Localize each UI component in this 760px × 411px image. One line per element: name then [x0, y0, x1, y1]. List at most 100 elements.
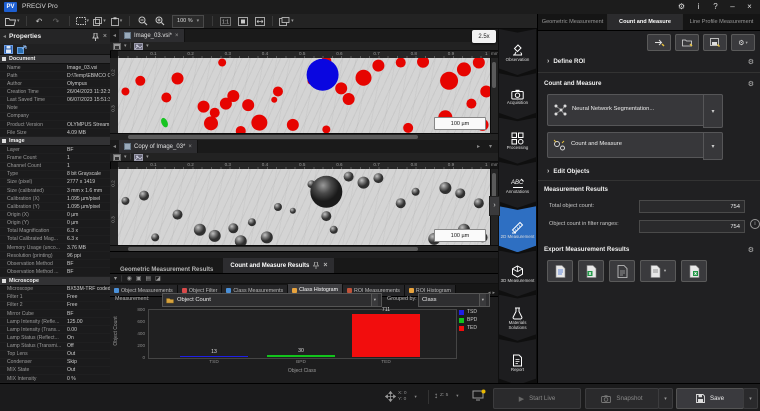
save-properties-icon[interactable] [4, 45, 13, 54]
actual-size-button[interactable]: 1:1 [218, 15, 233, 27]
viewer2-image[interactable]: 100 µm [118, 169, 490, 245]
nav-2d-measurement[interactable]: 2D Measurement [499, 206, 536, 252]
close-icon[interactable]: × [743, 1, 756, 13]
snapshot-dropdown-icon[interactable]: ▾ [658, 388, 673, 409]
panel-expander-icon[interactable]: › [489, 196, 500, 216]
viewer2-tab[interactable]: Copy of Image_03* × [119, 140, 198, 153]
count-measure-gear-icon[interactable]: ⚙ [748, 80, 754, 88]
snapshot-button[interactable]: Snapshot [585, 388, 659, 409]
tab-geometric-results[interactable]: Geometric Measurement Results [110, 267, 223, 273]
expand-define-roi-icon[interactable]: › [547, 58, 549, 65]
properties-section-document[interactable]: Document [0, 55, 110, 64]
edit-objects-section[interactable]: › Edit Objects [547, 168, 589, 175]
nav-acquisition[interactable]: Acquisition [499, 73, 536, 119]
select-tool-button[interactable]: ▾ [75, 15, 91, 27]
redo-button[interactable]: ↷ [49, 15, 64, 27]
measurement-dropdown-arrow[interactable]: ▾ [371, 294, 378, 306]
define-roi-section[interactable]: › Define ROI [547, 58, 585, 65]
export-report-dropdown-icon[interactable]: ▾ [664, 268, 666, 274]
tab2-menu-icon[interactable]: ▾ [486, 143, 495, 150]
save-dropdown-icon[interactable]: ▾ [124, 43, 127, 49]
export-word-button[interactable] [547, 260, 573, 282]
neural-network-segmentation-button[interactable]: Neural Network Segmentation... ▾ [547, 94, 705, 126]
select-objects-icon[interactable]: ◉ [127, 275, 132, 282]
grouped-by-dropdown[interactable]: Class ▾ [418, 293, 490, 307]
collapse-left-icon[interactable]: ◂ [3, 33, 6, 40]
display-output-icon[interactable] [472, 389, 486, 407]
cm-dropdown-icon[interactable]: ▾ [703, 132, 723, 160]
export-excel-button[interactable] [578, 260, 604, 282]
zoom-level-select[interactable]: 100 %▾ [172, 15, 204, 28]
paste-button[interactable]: ▾ [109, 15, 124, 27]
pin-icon[interactable] [92, 33, 99, 41]
measurement-dropdown[interactable]: Object Count ▾ [162, 293, 382, 307]
save-dropdown-icon[interactable]: ▾ [743, 388, 758, 409]
count-and-measure-button[interactable]: Count and Measure ▾ [547, 132, 705, 158]
rtab-count-and-measure[interactable]: Count and Measure [608, 14, 683, 30]
zoom-in-button[interactable] [152, 15, 167, 27]
stage-z-control[interactable]: ↕ Z: 5 ▾ [434, 391, 459, 400]
nav-observation[interactable]: Observation [499, 29, 536, 75]
viewer1-image[interactable]: 100 µm [118, 58, 490, 133]
export-workbook-button[interactable] [681, 260, 707, 282]
tab-count-measure-results[interactable]: Count and Measure Results × [223, 258, 334, 273]
load-settings-button[interactable] [675, 34, 699, 51]
copy-results-icon[interactable]: ▣ [136, 275, 142, 282]
save-image-icon[interactable] [113, 43, 121, 50]
zoom-dropdown-icon[interactable]: ▾ [197, 18, 200, 24]
save-settings-button[interactable] [703, 34, 727, 51]
nav-processing[interactable]: Processing [499, 118, 536, 164]
tab2-scroll-right-icon[interactable]: ▸ [474, 143, 483, 150]
save-button[interactable]: Save [676, 388, 744, 409]
info-icon[interactable]: i [692, 1, 705, 13]
minimize-icon[interactable]: – [726, 1, 739, 13]
properties-section-image[interactable]: Image [0, 137, 110, 146]
save-image2-icon[interactable] [113, 154, 121, 161]
nn-dropdown-icon[interactable]: ▾ [703, 94, 723, 128]
layout-button[interactable]: ▾ [278, 15, 295, 27]
export-csv-button[interactable] [609, 260, 635, 282]
fit-width-button[interactable] [252, 15, 267, 27]
adjust-image-icon[interactable] [134, 43, 143, 50]
zoom-out-button[interactable] [135, 15, 150, 27]
open-button[interactable]: ▾ [4, 15, 21, 27]
close-results-icon[interactable]: × [323, 262, 327, 269]
settings-icon[interactable]: ⚙ [675, 1, 688, 13]
nav-report[interactable]: Report [499, 339, 536, 385]
nav-materials-solutions[interactable]: Materials Solutions [499, 295, 536, 341]
export-gear-icon[interactable]: ⚙ [748, 246, 754, 254]
undo-button[interactable]: ↶ [32, 15, 47, 27]
export-report-button[interactable]: ▾ [640, 260, 676, 282]
stage-xy-control[interactable]: X: 0 Y: 0 ▾ [385, 391, 417, 402]
close-tab2-icon[interactable]: × [188, 144, 192, 150]
close-panel-icon[interactable]: × [103, 33, 107, 41]
nav-annotations[interactable]: ABCAnnotations [499, 162, 536, 208]
copy-button[interactable]: ▾ [92, 15, 107, 27]
pin-icon[interactable] [313, 262, 319, 269]
export-results-icon[interactable]: ▤ [146, 275, 152, 282]
nav-3d-measurement[interactable]: 3D Measurement [499, 251, 536, 297]
fit-to-window-button[interactable] [235, 15, 250, 27]
settings-results-icon[interactable]: ◪ [155, 275, 161, 282]
xy-dropdown-icon[interactable]: ▾ [415, 394, 417, 400]
rtab-line-profile-measurement[interactable]: Line Profile Measurement [683, 14, 760, 30]
start-live-button[interactable]: ▶ Start Live [493, 388, 581, 409]
viewer1-tab[interactable]: Image_03.vsi* × [119, 29, 185, 42]
adjust-image2-icon[interactable] [134, 154, 143, 161]
apply-settings-button[interactable] [647, 34, 671, 51]
expand-edit-objects-icon[interactable]: › [547, 168, 549, 175]
define-roi-gear-icon[interactable]: ⚙ [748, 58, 754, 66]
close-tab-icon[interactable]: × [175, 33, 179, 39]
properties-section-microscope[interactable]: Microscope [0, 277, 110, 286]
rtab-geometric-measurement[interactable]: Geometric Measurement [538, 14, 608, 30]
save2-dropdown-icon[interactable]: ▾ [124, 154, 127, 160]
info-icon[interactable]: i [750, 219, 760, 229]
more-settings-button[interactable]: ⚙▾ [731, 34, 755, 51]
export-properties-icon[interactable] [17, 45, 27, 54]
adjust-dropdown-icon[interactable]: ▾ [146, 43, 149, 49]
tab2-scroll-left-icon[interactable]: ◂ [110, 143, 119, 150]
tab-scroll-left-icon[interactable]: ◂ [110, 32, 119, 39]
adjust2-dropdown-icon[interactable]: ▾ [146, 154, 149, 160]
help-icon[interactable]: ? [709, 1, 722, 13]
filter-rows-icon[interactable]: ▾ [114, 275, 117, 282]
